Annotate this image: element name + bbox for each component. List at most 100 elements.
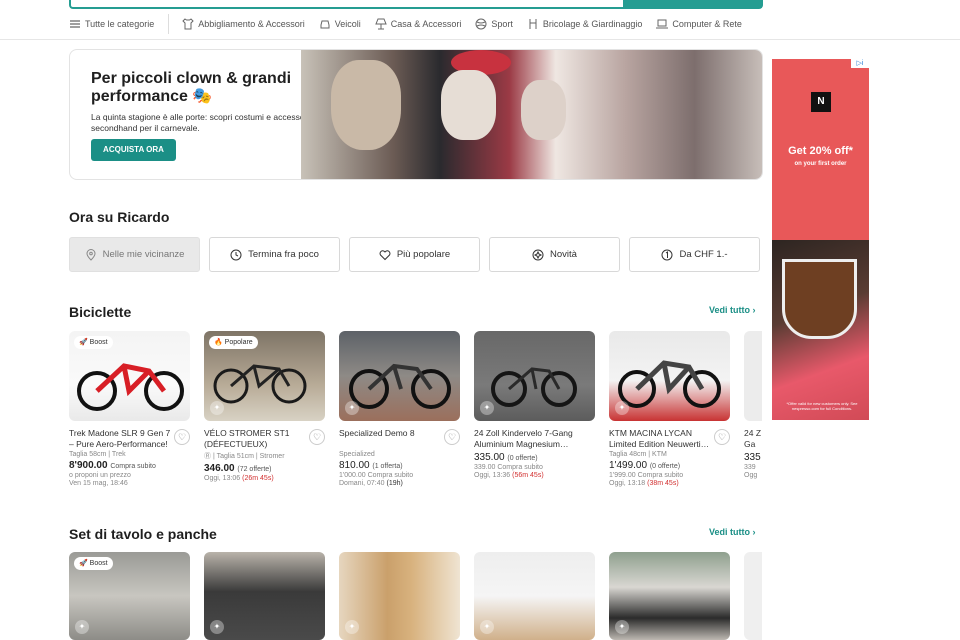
see-all-bikes-link[interactable]: Vedi tutto › (709, 305, 756, 315)
listing-title[interactable]: Specialized Demo 8 (339, 428, 441, 450)
adchoices-icon[interactable]: ▷i (851, 59, 869, 68)
listing-photo[interactable]: ✦ (204, 552, 325, 640)
laptop-icon (656, 19, 669, 29)
listing-card[interactable]: 🚀 Boost ✦ (69, 552, 190, 640)
nav-diy[interactable]: Bricolage & Giardinaggio (527, 18, 643, 30)
search-button[interactable] (623, 0, 763, 8)
listing-photo[interactable]: 🔥 Popolare ✦ (204, 331, 325, 421)
nav-label: Casa & Accessori (390, 19, 462, 29)
nav-label: Sport (491, 19, 513, 29)
nav-home[interactable]: Casa & Accessori (375, 18, 462, 30)
listing-card[interactable]: ✦ ♡ KTM MACINA LYCAN Limited Edition Neu… (609, 331, 730, 487)
listing-card[interactable]: ✦ (474, 552, 595, 640)
listing-title[interactable]: 24 Zoll Kindervelo 7-Gang Aluminium Magn… (474, 428, 576, 450)
nav-label: Tutte le categorie (85, 19, 155, 29)
listing-card[interactable]: 🚀 Boost ♡ Trek Madone SLR 9 Gen 7 – Pure… (69, 331, 190, 487)
boost-badge: 🚀 Boost (74, 336, 113, 349)
nav-computer[interactable]: Computer & Rete (656, 18, 742, 30)
filter-label: Termina fra poco (248, 249, 319, 260)
ad-banner[interactable]: ▷i N Get 20% off* on your first order *O… (772, 59, 869, 420)
hero-cta-button[interactable]: ACQUISTA ORA (91, 139, 176, 161)
filter-label: Da CHF 1.- (679, 249, 728, 260)
filter-new[interactable]: Novità (489, 237, 620, 272)
listing-title[interactable]: 24 Z 7-Ga (744, 428, 762, 450)
listing-photo[interactable]: ✦ (339, 552, 460, 640)
see-all-tables-link[interactable]: Vedi tutto › (709, 527, 756, 537)
price-value: 810.00 (339, 460, 370, 471)
search-bar[interactable] (69, 0, 763, 9)
listing-title[interactable]: VÉLO STROMER ST1 (DÉFECTUEUX) (204, 428, 306, 450)
filter-ending-soon[interactable]: Termina fra poco (209, 237, 340, 272)
nav-label: Bricolage & Giardinaggio (542, 19, 643, 29)
filter-popular[interactable]: Più popolare (349, 237, 480, 272)
listing-buy-now: 339 (744, 464, 756, 471)
lamp-icon (375, 18, 387, 30)
hero-subtitle: La quinta stagione è alle porte: scopri … (91, 112, 310, 133)
listing-photo[interactable]: ✦ (339, 331, 460, 421)
listing-photo[interactable]: ✦ (474, 331, 595, 421)
car-icon (320, 20, 330, 29)
watchlist-heart-icon[interactable]: ♡ (174, 429, 190, 445)
sparkle-icon: ✦ (210, 620, 224, 634)
price-note: (72 offerte) (237, 466, 272, 473)
filter-nearby[interactable]: Nelle mie vicinanze (69, 237, 200, 272)
sparkle-icon: ✦ (75, 620, 89, 634)
listing-price: 335.00 (0 offerte) (474, 452, 595, 463)
watchlist-heart-icon[interactable]: ♡ (444, 429, 460, 445)
listing-card[interactable]: 🔥 Popolare ✦ ♡ VÉLO STROMER ST1 (DÉFECTU… (204, 331, 325, 487)
listing-card[interactable]: ✦ ♡ Specialized Demo 8 Specialized 810.0… (339, 331, 460, 487)
price-note: Compra subito (110, 463, 156, 470)
filter-label: Nelle mie vicinanze (102, 249, 185, 260)
nav-all-categories[interactable]: Tutte le categorie (69, 18, 154, 30)
listing-price: 335 (744, 452, 762, 463)
listing-photo[interactable]: 🚀 Boost ✦ (69, 552, 190, 640)
nav-sport[interactable]: Sport (475, 18, 513, 30)
listing-card-partial[interactable] (744, 552, 762, 640)
listing-card-partial[interactable]: 24 Z 7-Ga 335 339 Ogg (744, 331, 762, 487)
location-pin-icon (86, 248, 96, 261)
listing-card[interactable]: ✦ ♡ 24 Zoll Kindervelo 7-Gang Aluminium … (474, 331, 595, 487)
watchlist-heart-icon[interactable]: ♡ (714, 429, 730, 445)
listing-price: 1'499.00 (0 offerte) (609, 460, 730, 471)
sparkle-icon: ✦ (480, 620, 494, 634)
watchlist-heart-icon[interactable]: ♡ (309, 429, 325, 445)
ad-fine-print: *Offer valid for new customers only. See… (786, 401, 858, 411)
listing-title[interactable]: KTM MACINA LYCAN Limited Edition Neuwert… (609, 428, 711, 450)
end-time: Ven 15 mag, 18:46 (69, 480, 128, 487)
listing-end-time: Domani, 07:40 (19h) (339, 480, 460, 487)
countdown: (26m 45s) (242, 475, 274, 482)
nav-clothing[interactable]: Abbigliamento & Accessori (182, 18, 305, 30)
header-divider (0, 39, 960, 40)
tools-icon (529, 19, 537, 29)
hero-banner[interactable]: Per piccoli clown & grandi performance 🎭… (69, 49, 763, 180)
listing-title[interactable]: Trek Madone SLR 9 Gen 7 – Pure Aero-Perf… (69, 428, 171, 450)
ball-icon (475, 18, 487, 30)
badge-label: Popolare (224, 339, 253, 346)
listing-card[interactable]: ✦ (609, 552, 730, 640)
countdown: (19h) (386, 480, 403, 487)
listing-photo[interactable]: ✦ (609, 552, 730, 640)
nav-label: Abbigliamento & Accessori (198, 19, 305, 29)
brand-logo: N (811, 92, 831, 112)
listing-card[interactable]: ✦ (339, 552, 460, 640)
filter-from-chf1[interactable]: Da CHF 1.- (629, 237, 760, 272)
listing-price: 346.00 (72 offerte) (204, 463, 325, 474)
price-value: 346.00 (204, 463, 235, 474)
boost-badge: 🚀 Boost (74, 557, 113, 570)
listing-photo[interactable]: ✦ (474, 552, 595, 640)
countdown: (38m 45s) (647, 480, 679, 487)
listing-card[interactable]: ✦ (204, 552, 325, 640)
section-title-tables: Set di tavolo e panche (69, 526, 217, 542)
sparkle-icon: ✦ (210, 401, 224, 415)
badge-label: Boost (89, 339, 108, 346)
listing-photo[interactable]: 🚀 Boost (69, 331, 190, 421)
section-title-bikes: Biciclette (69, 304, 132, 320)
listing-meta: Taglia 58cm | Trek (69, 451, 126, 458)
listing-photo[interactable] (744, 552, 762, 640)
nav-vehicles[interactable]: Veicoli (319, 18, 361, 30)
listing-photo[interactable]: ✦ (609, 331, 730, 421)
listing-photo[interactable] (744, 331, 762, 421)
filter-label: Novità (550, 249, 577, 260)
listing-end-time: Oggi, 13:18 (38m 45s) (609, 480, 730, 487)
hero-title: Per piccoli clown & grandi performance 🎭 (91, 70, 292, 105)
